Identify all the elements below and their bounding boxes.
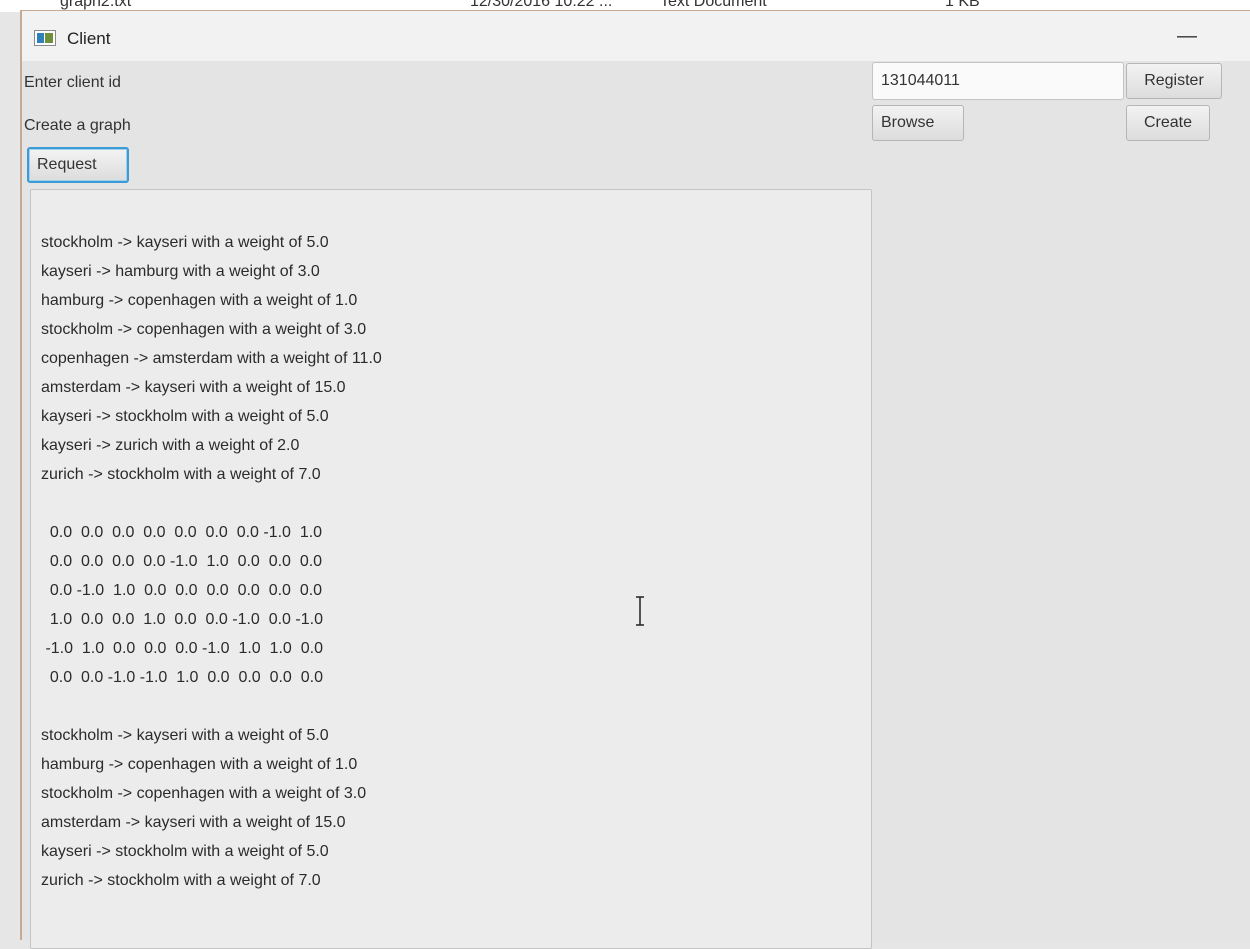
browse-button[interactable]: Browse — [872, 105, 964, 141]
create-button[interactable]: Create — [1126, 105, 1210, 141]
request-button[interactable]: Request — [27, 147, 129, 183]
text-cursor-icon — [636, 596, 644, 626]
client-id-input[interactable]: 131044011 — [872, 62, 1124, 100]
app-window-icon — [34, 30, 56, 46]
minimize-button[interactable]: — — [1172, 23, 1202, 51]
title-bar[interactable]: Client — — [22, 11, 1250, 61]
client-id-label: Enter client id — [24, 74, 121, 91]
create-graph-label: Create a graph — [24, 117, 131, 134]
window-title: Client — [67, 29, 111, 48]
register-button[interactable]: Register — [1126, 63, 1222, 99]
output-text-area[interactable]: stockholm -> kayseri with a weight of 5.… — [30, 189, 872, 949]
client-window: Client — Enter client id 131044011 Regis… — [20, 10, 1250, 949]
output-text: stockholm -> kayseri with a weight of 5.… — [41, 234, 382, 889]
